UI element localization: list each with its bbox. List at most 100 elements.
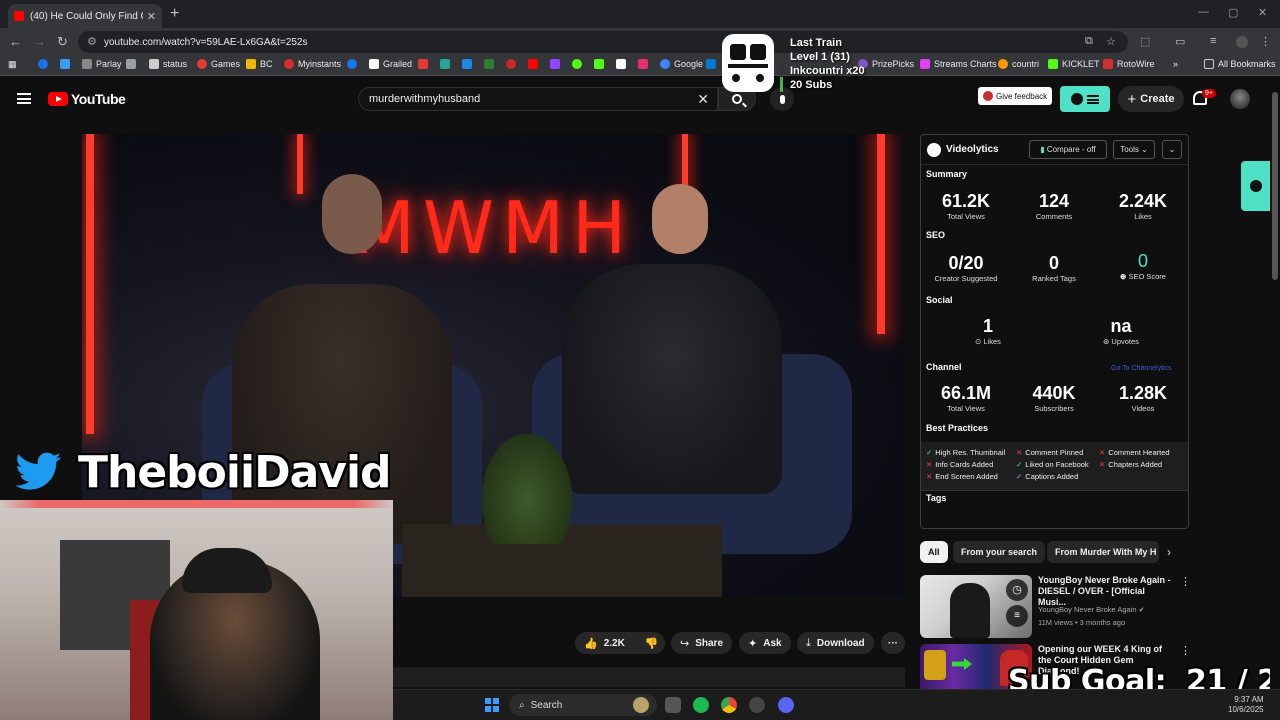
windows-start-icon[interactable]	[485, 698, 499, 712]
chip-from-channel[interactable]: From Murder With My H	[1047, 541, 1159, 563]
chrome-icon[interactable]	[721, 697, 737, 713]
reload-icon[interactable]: ↻	[57, 34, 68, 50]
videolytics-logo-icon	[1249, 180, 1262, 192]
collapse-chevron-icon[interactable]: ⌄	[1162, 140, 1182, 159]
tools-dropdown[interactable]: Tools ⌄	[1113, 140, 1155, 159]
share-button[interactable]: ↪ Share	[671, 632, 733, 654]
bookmark-x-icon[interactable]	[126, 59, 140, 69]
apps-grid-icon[interactable]: ▦	[8, 59, 17, 70]
add-to-queue-icon[interactable]: ≡	[1006, 605, 1028, 627]
search-input[interactable]: murderwithmyhusband ✕	[358, 87, 718, 111]
bookmark-kick-icon[interactable]	[594, 59, 608, 69]
thumbs-down-icon[interactable]: 👎	[645, 637, 659, 650]
bookmark-play-icon[interactable]	[572, 59, 586, 69]
plant	[482, 434, 572, 544]
more-actions-button[interactable]: ···	[881, 632, 905, 654]
bookmark-star-icon[interactable]: ☆	[1106, 35, 1116, 48]
compare-toggle[interactable]: ▮ Compare - off	[1029, 140, 1107, 159]
chip-from-your-search[interactable]: From your search	[953, 541, 1046, 563]
bookmark-grailed[interactable]: Grailed	[369, 59, 412, 69]
videolytics-menu-button[interactable]	[1060, 86, 1110, 112]
bookmark-rotowire[interactable]: RotoWire	[1103, 59, 1155, 69]
back-icon[interactable]: ←	[9, 34, 22, 49]
more-bookmarks-icon[interactable]: »	[1173, 59, 1178, 69]
video-meta: 11M views • 3 months ago	[1038, 618, 1126, 627]
bookmark-myinstants[interactable]: Myinstants	[284, 59, 341, 69]
video-options-icon[interactable]: ⋮	[1180, 575, 1191, 588]
window-close-icon[interactable]: ✕	[1258, 6, 1267, 19]
stat-likes: 2.24K Likes	[1118, 191, 1168, 221]
twitter-bird-icon	[15, 452, 61, 490]
bp-comment-hearted: ✕ Comment Hearted	[1099, 448, 1170, 457]
system-clock[interactable]: 9:37 AM 10/6/2025	[1228, 695, 1264, 715]
bookmark-x-twitter-icon[interactable]	[616, 59, 630, 69]
go-to-channelytics-link[interactable]: Go To Channelytics	[1111, 365, 1172, 372]
obs-icon[interactable]	[749, 697, 765, 713]
bookmark-instagram-icon[interactable]	[638, 59, 652, 69]
bookmark-bc[interactable]: BC	[246, 59, 273, 69]
video-options-icon[interactable]: ⋮	[1180, 644, 1191, 657]
close-tab-icon[interactable]: ✕	[147, 10, 156, 23]
like-count[interactable]: 2.2K	[604, 638, 625, 649]
bookmark-games[interactable]: Games	[197, 59, 240, 69]
ask-button[interactable]: ✦ Ask	[739, 632, 791, 654]
recommended-video[interactable]: ◷ ≡ YoungBoy Never Broke Again - DIESEL …	[920, 575, 1191, 639]
chip-all[interactable]: All	[920, 541, 948, 563]
bookmark-red-icon[interactable]	[418, 59, 432, 69]
download-button[interactable]: ⤓ Download	[797, 632, 874, 654]
media-controls-icon[interactable]: ≡	[1210, 35, 1216, 47]
side-panel-icon[interactable]: ▭	[1175, 35, 1185, 48]
task-view-icon[interactable]	[665, 697, 681, 713]
thumbs-up-icon[interactable]: 👍	[584, 637, 598, 650]
clear-search-icon[interactable]: ✕	[697, 91, 709, 108]
address-bar[interactable]: ⚙ youtube.com/watch?v=59LAE-Lx6GA&t=252s	[78, 31, 1128, 53]
chrome-menu-icon[interactable]: ⋮	[1260, 35, 1271, 48]
chips-next-chevron-icon[interactable]: ›	[1167, 545, 1171, 559]
give-feedback-button[interactable]: Give feedback	[978, 87, 1053, 105]
create-button[interactable]: + Create	[1118, 86, 1184, 112]
bookmark-h-icon[interactable]	[484, 59, 498, 69]
bookmark-streams-charts[interactable]: Streams Charts	[920, 59, 997, 69]
bookmarks-bar: ▦ Parlay status Games BC Myinstants Grai…	[0, 56, 1280, 76]
description-box[interactable]	[393, 667, 905, 687]
profile-avatar-icon[interactable]	[1236, 36, 1248, 48]
all-bookmarks-folder[interactable]: All Bookmarks	[1204, 59, 1276, 69]
video-title[interactable]: YoungBoy Never Broke Again - DIESEL / OV…	[1038, 575, 1174, 608]
forward-icon[interactable]: →	[33, 34, 46, 49]
bookmark-parlay[interactable]: Parlay	[82, 59, 122, 69]
youtube-logo[interactable]: YouTube	[48, 91, 126, 107]
videolytics-side-tab[interactable]	[1241, 161, 1270, 211]
bookmark-chrome-icon[interactable]	[38, 59, 52, 69]
guide-menu-icon[interactable]	[17, 93, 31, 104]
taskbar-search[interactable]: ⌕ Search	[509, 694, 657, 716]
bookmark-outlook-icon[interactable]	[706, 59, 720, 69]
bookmark-pinterest-icon[interactable]	[506, 59, 520, 69]
scrollbar-thumb[interactable]	[1272, 92, 1278, 280]
bookmark-prizepicks[interactable]: PrizePicks	[858, 59, 914, 69]
bookmark-teal-icon[interactable]	[440, 59, 454, 69]
bookmark-google[interactable]: Google	[660, 59, 703, 69]
account-avatar[interactable]	[1230, 89, 1250, 109]
bookmark-blue-icon[interactable]	[462, 59, 476, 69]
bookmark-facebook-icon[interactable]	[347, 59, 361, 69]
stat-total-views: 61.2K Total Views	[941, 191, 991, 221]
discord-icon[interactable]	[778, 697, 794, 713]
spotify-icon[interactable]	[693, 697, 709, 713]
video-thumbnail[interactable]: ◷ ≡	[920, 575, 1032, 638]
new-tab-button[interactable]: +	[170, 5, 179, 23]
bookmark-status[interactable]: status	[149, 59, 187, 69]
site-info-icon[interactable]: ⚙	[87, 35, 97, 48]
maximize-icon[interactable]: ▢	[1228, 6, 1238, 19]
minimize-icon[interactable]: —	[1198, 6, 1209, 18]
install-app-icon[interactable]: ⧉	[1085, 35, 1093, 48]
bookmark-twitch-icon[interactable]	[550, 59, 564, 69]
bookmark-youtube-icon[interactable]	[528, 59, 542, 69]
extensions-icon[interactable]: ⬚	[1140, 35, 1150, 48]
browser-tab-active[interactable]: (40) He Could Only Find O ✕	[8, 4, 162, 28]
bookmark-kicklet[interactable]: KICKLET	[1048, 59, 1100, 69]
watch-later-icon[interactable]: ◷	[1006, 579, 1028, 601]
stat-creator-suggested: 0/20 Creator Suggested	[934, 253, 998, 283]
bookmark-tab-icon[interactable]	[60, 59, 74, 69]
bookmark-countri[interactable]: countri	[998, 59, 1039, 69]
menu-lines-icon	[1087, 94, 1099, 104]
